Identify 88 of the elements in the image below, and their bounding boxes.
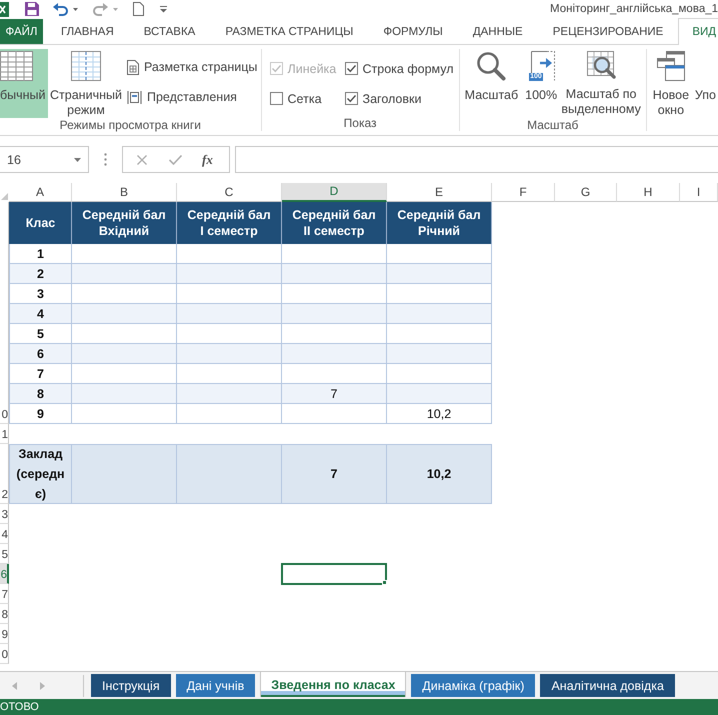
sheet-tab[interactable]: Дані учнів (176, 674, 256, 697)
app-logo-icon (0, 2, 9, 16)
customize-icon[interactable] (160, 6, 167, 12)
row-header[interactable]: 9 (0, 624, 9, 644)
fill-handle[interactable] (382, 580, 387, 585)
table-cell: 2 (9, 264, 72, 284)
status-text: ОТОВО (0, 701, 39, 713)
sheet-tab[interactable]: Інструкція (91, 674, 171, 697)
table-cell: 8 (9, 384, 72, 404)
table-header-cell: Середній бал Річний (387, 202, 492, 244)
table-header-cell: Середній бал Вхідний (72, 202, 177, 244)
column-header[interactable]: H (617, 183, 680, 202)
ribbon-tab[interactable]: ГЛАВНАЯ (46, 18, 129, 45)
checkbox[interactable] (344, 92, 358, 105)
row-header[interactable]: 7 (0, 584, 9, 604)
checkbox-label[interactable]: Сетка (288, 92, 322, 106)
checkbox-label[interactable]: Строка формул (362, 62, 454, 76)
caret-icon[interactable] (73, 8, 78, 10)
table-cell: 3 (9, 284, 72, 304)
row-header[interactable]: 4 (0, 524, 9, 544)
name-box[interactable]: 16 (0, 146, 89, 173)
cell-cursor[interactable] (281, 563, 387, 585)
column-header[interactable]: I (680, 183, 718, 202)
group-label: Масштаб (526, 118, 580, 132)
check-icon[interactable] (169, 154, 182, 164)
ribbon-tab[interactable]: ДАННЫЕ (458, 18, 538, 45)
arrange-button[interactable]: Упо (692, 49, 718, 118)
row-header[interactable]: 0 (0, 404, 9, 424)
custom-views-button[interactable]: Представления (125, 87, 260, 107)
row-header[interactable]: 6 (0, 564, 9, 584)
sheet-tab[interactable]: Зведення по класах (260, 672, 406, 697)
table-cell: 5 (9, 324, 72, 344)
row-header[interactable]: 2 (0, 444, 9, 504)
windows-icon (656, 51, 685, 81)
column-header[interactable]: F (492, 183, 555, 202)
sheet-tab[interactable]: Аналітична довідка (540, 674, 675, 697)
table-cell: 4 (9, 304, 72, 324)
sheet-tab[interactable]: Динаміка (графік) (411, 674, 536, 697)
grid-magnifier-icon (586, 51, 616, 80)
save-icon[interactable] (25, 2, 39, 16)
row-header[interactable]: 3 (0, 504, 9, 524)
new-window-button[interactable]: Новое окно (650, 49, 692, 118)
row-header[interactable]: 8 (0, 604, 9, 624)
checkbox[interactable] (344, 62, 358, 75)
magnifier-icon (476, 51, 506, 81)
undo-icon[interactable] (53, 2, 68, 16)
table-cell: Заклад (середнє) (9, 444, 72, 504)
ribbon-tab[interactable]: РЕЦЕНЗИРОВАНИЕ (538, 18, 678, 45)
table-cell: 10,2 (387, 404, 492, 424)
caret-icon[interactable] (74, 158, 81, 162)
table-cell: 6 (9, 344, 72, 364)
table-cell: 1 (9, 244, 72, 264)
table-cell: 10,2 (387, 444, 492, 504)
table-header-cell: Середній бал ІІ семестр (282, 202, 387, 244)
column-header[interactable]: G (555, 183, 617, 202)
table-cell: 7 (9, 364, 72, 384)
table-header-cell: Клас (9, 202, 72, 244)
checkbox[interactable] (270, 92, 283, 105)
grid-icon (0, 51, 33, 81)
page-icon (127, 60, 139, 74)
new-document-icon[interactable] (133, 2, 144, 16)
ribbon-tab[interactable]: ФОРМУЛЫ (368, 18, 458, 45)
checkbox-label: Линейка (288, 62, 336, 76)
group-label: Режимы просмотра книги (58, 118, 202, 132)
ribbon-tab[interactable]: ВИД (678, 18, 718, 45)
grip-icon (104, 153, 107, 166)
table-cell: 7 (282, 444, 387, 504)
window-title: Моніторинг_англійська_мова_1 (550, 3, 718, 15)
view-button[interactable]: Страничный режим (50, 49, 122, 118)
table-cell: 9 (9, 404, 72, 424)
column-header[interactable]: D (282, 183, 387, 202)
row-header[interactable]: 1 (0, 424, 9, 444)
formula-input[interactable] (235, 146, 718, 173)
group-label: Показ (342, 116, 378, 131)
file-tab[interactable]: ФАЙЛ (0, 19, 43, 44)
row-header[interactable]: 0 (0, 644, 9, 664)
ribbon-tab[interactable]: ВСТАВКА (128, 18, 210, 45)
ribbon-tab[interactable]: РАЗМЕТКА СТРАНИЦЫ (210, 18, 368, 45)
view-button[interactable]: бычный (0, 49, 48, 118)
checkbox-label[interactable]: Заголовки (362, 92, 422, 106)
table-cell: 7 (282, 384, 387, 404)
zoom-selection-button[interactable]: Масштаб по выделенному (561, 49, 642, 118)
insert-function-button[interactable]: fx (202, 152, 213, 168)
page-grid-icon (71, 51, 101, 81)
frame-icon (127, 90, 142, 104)
table-header-cell: Середній бал І семестр (177, 202, 282, 244)
zoom-button[interactable]: Масштаб (462, 49, 520, 118)
view-button[interactable]: Разметка страницы (125, 57, 260, 77)
